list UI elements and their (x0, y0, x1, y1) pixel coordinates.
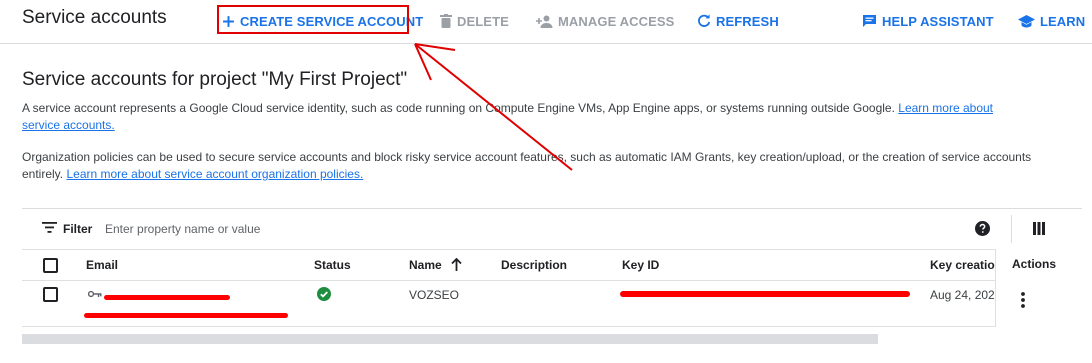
row-checkbox[interactable] (43, 287, 58, 302)
column-header-key-creation[interactable]: Key creation date (930, 258, 995, 272)
service-accounts-table: Filter Email Status Name Description Key… (22, 208, 1082, 363)
top-toolbar: Service accounts CREATE SERVICE ACCOUNT … (0, 0, 1092, 44)
actions-column: Actions (995, 249, 1082, 327)
toolbar-divider (1011, 215, 1012, 243)
annotation-highlight-box (217, 5, 409, 34)
more-vert-icon[interactable] (1021, 292, 1025, 308)
school-icon (1018, 14, 1035, 27)
help-assistant-label: HELP ASSISTANT (882, 13, 994, 29)
delete-label: DELETE (457, 13, 509, 29)
filter-label: Filter (63, 222, 93, 236)
column-header-name-label: Name (409, 258, 442, 272)
section-title: Service accounts for project "My First P… (22, 69, 408, 90)
filter-icon[interactable] (42, 222, 57, 233)
manage-access-button[interactable]: MANAGE ACCESS (536, 11, 674, 31)
trash-icon (440, 14, 452, 28)
refresh-button[interactable]: REFRESH (697, 11, 779, 31)
column-header-key-id[interactable]: Key ID (622, 258, 659, 272)
table-header-row: Email Status Name Description Key ID Key… (22, 249, 1082, 281)
learn-button[interactable]: LEARN (1018, 11, 1085, 31)
redacted-email-line-2 (84, 313, 288, 318)
row-key-creation: Aug 24, 2023 (930, 288, 995, 302)
policy-paragraph: Organization policies can be used to sec… (22, 149, 1032, 183)
page-title: Service accounts (22, 7, 167, 28)
filter-bar: Filter (22, 209, 1082, 249)
select-all-checkbox[interactable] (43, 258, 58, 273)
learn-label: LEARN (1040, 13, 1086, 29)
column-header-email[interactable]: Email (86, 258, 118, 272)
help-circle-icon[interactable] (975, 221, 990, 236)
column-display-icon[interactable] (1033, 222, 1045, 235)
delete-button[interactable]: DELETE (440, 11, 509, 31)
column-header-status[interactable]: Status (314, 258, 351, 272)
help-assistant-button[interactable]: HELP ASSISTANT (862, 11, 994, 31)
redacted-email-line-1 (104, 295, 230, 300)
refresh-icon (698, 14, 711, 27)
person-add-icon (536, 15, 553, 28)
redacted-key-id (620, 291, 910, 297)
column-header-description[interactable]: Description (501, 258, 567, 272)
row-name: VOZSEO (409, 288, 460, 302)
refresh-label: REFRESH (716, 13, 779, 29)
horizontal-scrollbar[interactable] (22, 334, 878, 344)
column-header-name[interactable]: Name (409, 258, 462, 272)
arrow-up-icon (451, 258, 462, 271)
description-text: A service account represents a Google Cl… (22, 101, 899, 115)
description-paragraph: A service account represents a Google Cl… (22, 100, 1032, 134)
column-header-actions: Actions (1012, 257, 1057, 271)
service-account-key-icon (88, 290, 102, 298)
filter-input[interactable] (105, 219, 405, 239)
check-circle-icon (317, 287, 331, 301)
table-row[interactable]: VOZSEO Aug 24, 2023 (22, 281, 1082, 327)
learn-more-org-policies-link[interactable]: Learn more about service account organiz… (66, 167, 363, 181)
manage-access-label: MANAGE ACCESS (558, 13, 675, 29)
chat-help-icon (863, 15, 876, 27)
